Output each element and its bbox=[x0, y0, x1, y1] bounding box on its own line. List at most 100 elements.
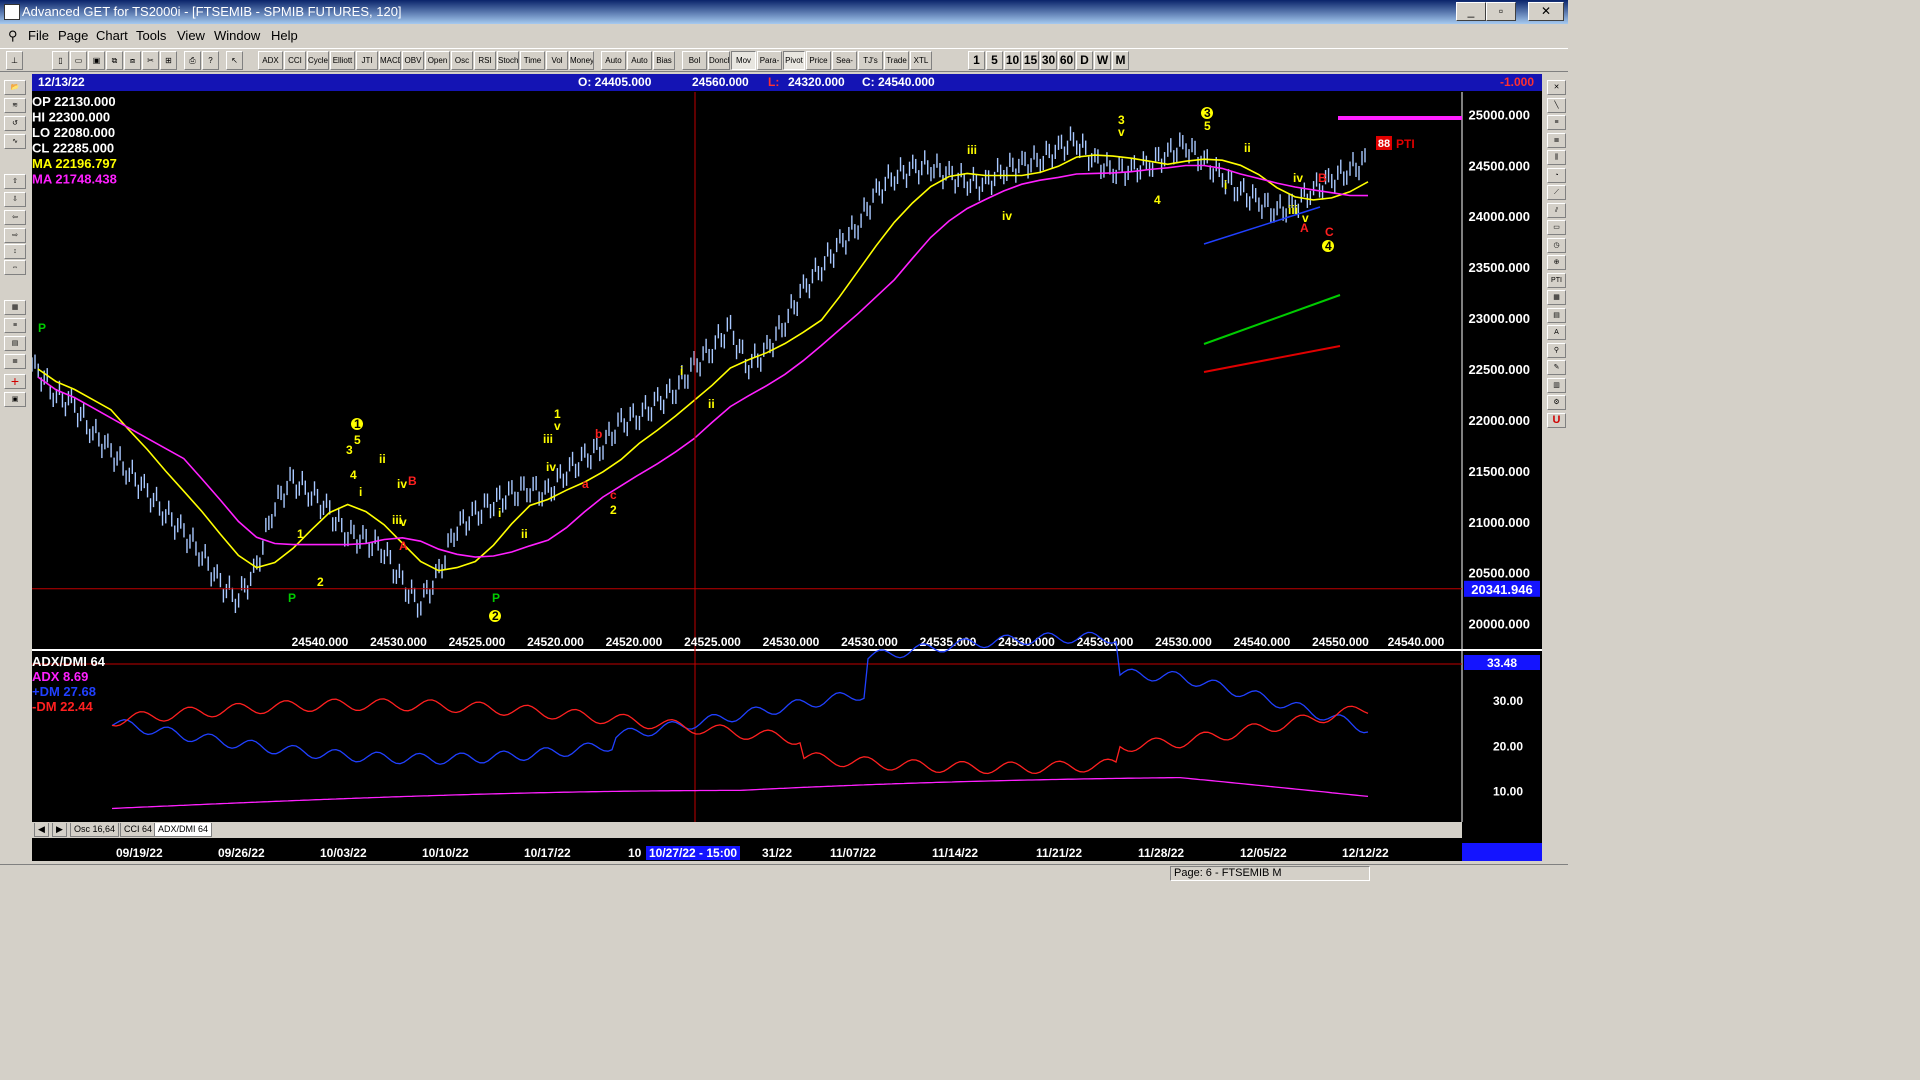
chart-canvas[interactable]: 25000.000 24500.000 24000.000 23500.000 2300… bbox=[32, 74, 1542, 844]
study-button-12[interactable]: Vol bbox=[546, 51, 568, 70]
study-button-0[interactable]: ADX DMI bbox=[258, 51, 283, 70]
copy-icon[interactable]: ⧉ bbox=[106, 51, 123, 70]
new-icon[interactable]: ▯ bbox=[52, 51, 69, 70]
tool-pti-icon[interactable]: PTI bbox=[1547, 272, 1566, 288]
print-icon[interactable]: ⎙ bbox=[184, 51, 201, 70]
study-button-25[interactable]: Trade Profile bbox=[884, 51, 909, 70]
tool-tools-icon[interactable]: ⚙ bbox=[1547, 395, 1566, 410]
study-button-4[interactable]: JTI bbox=[356, 51, 378, 70]
interval-button-D[interactable]: D bbox=[1076, 51, 1093, 70]
tool-channel-icon[interactable]: ⫽ bbox=[1547, 202, 1566, 218]
tab-osc[interactable]: Osc 16,64 bbox=[70, 823, 120, 837]
interval-button-W[interactable]: W bbox=[1094, 51, 1111, 70]
grid-icon[interactable]: ⊞ bbox=[160, 51, 177, 70]
tool-reset-icon[interactable]: ↺ bbox=[4, 116, 26, 131]
tool-fib-time-icon[interactable]: ⫼ bbox=[1547, 150, 1566, 165]
tool-expand-icon[interactable]: ↕ bbox=[4, 244, 26, 259]
tool-arc-icon[interactable]: ◔ bbox=[1547, 167, 1566, 183]
tool-fib-icon[interactable]: ≣ bbox=[4, 354, 26, 369]
menu-chart[interactable]: Chart bbox=[96, 28, 128, 43]
study-button-8[interactable]: Osc bbox=[451, 51, 473, 70]
interval-button-30[interactable]: 30 bbox=[1040, 51, 1057, 70]
interval-button-1[interactable]: 1 bbox=[968, 51, 985, 70]
study-button-5[interactable]: MACD bbox=[379, 51, 401, 70]
tool-table-icon[interactable]: ▦ bbox=[1547, 290, 1566, 305]
menu-window[interactable]: Window bbox=[214, 28, 260, 43]
tool-fib-ret-icon[interactable]: ≡ bbox=[1547, 115, 1566, 130]
tool-mob-icon[interactable]: ▤ bbox=[1547, 307, 1566, 323]
tool-line-icon[interactable]: ╲ bbox=[1547, 97, 1566, 113]
tool-epts-icon[interactable]: ⊕ bbox=[1547, 255, 1566, 270]
whatis-icon[interactable]: ↖ bbox=[226, 51, 243, 70]
interval-button-M[interactable]: M bbox=[1112, 51, 1129, 70]
study-button-7[interactable]: Open Int bbox=[425, 51, 450, 70]
study-button-17[interactable]: Bol Band bbox=[682, 51, 707, 70]
menu-help[interactable]: Help bbox=[271, 28, 298, 43]
tab-adx-dmi[interactable]: ADX/DMI 64 bbox=[154, 823, 213, 837]
close-button[interactable]: ✕ bbox=[1528, 2, 1564, 21]
menu-view[interactable]: View bbox=[177, 28, 205, 43]
tool-x-icon[interactable]: ✕ bbox=[1547, 80, 1566, 95]
study-button-13[interactable]: Money Flow bbox=[569, 51, 594, 70]
tool-fib-ext-icon[interactable]: ≣ bbox=[1547, 132, 1566, 148]
tool-a-icon[interactable]: A bbox=[1547, 325, 1566, 340]
interval-button-5[interactable]: 5 bbox=[986, 51, 1003, 70]
menu-page[interactable]: Page bbox=[58, 28, 88, 43]
study-button-15[interactable]: Auto Trend bbox=[627, 51, 652, 70]
study-button-6[interactable]: OBV bbox=[402, 51, 424, 70]
interval-button-15[interactable]: 15 bbox=[1022, 51, 1039, 70]
paste-icon[interactable]: ⧈ bbox=[124, 51, 141, 70]
help-icon[interactable]: ? bbox=[202, 51, 219, 70]
tool-down-icon[interactable]: ⇩ bbox=[4, 192, 26, 207]
tool-fan-icon[interactable]: ⟋ bbox=[1547, 185, 1566, 200]
maximize-button[interactable]: ▫ bbox=[1486, 2, 1516, 21]
study-button-3[interactable]: Elliott Trig bbox=[330, 51, 355, 70]
tool-pen-icon[interactable]: ✎ bbox=[1547, 360, 1566, 375]
tool-clock-icon[interactable]: ◷ bbox=[1547, 237, 1566, 253]
tool-box-icon[interactable]: ▭ bbox=[1547, 220, 1566, 235]
tool-right-icon[interactable]: ⇨ bbox=[4, 228, 26, 243]
tab-scroll-left[interactable]: ◀ bbox=[34, 823, 49, 837]
study-button-10[interactable]: Stoch bbox=[497, 51, 519, 70]
study-button-18[interactable]: Donch bbox=[708, 51, 730, 70]
pin-icon[interactable]: ⊥ bbox=[6, 51, 23, 70]
tab-cci[interactable]: CCI 64 bbox=[120, 823, 157, 837]
study-button-21[interactable]: Pivot bbox=[783, 51, 805, 70]
tool-elliott-icon[interactable]: ≋ bbox=[4, 98, 26, 113]
tool-gann-icon[interactable]: ▤ bbox=[4, 336, 26, 351]
menu-file[interactable]: File bbox=[28, 28, 49, 43]
study-button-23[interactable]: Sea-sonals bbox=[832, 51, 857, 70]
tool-compress-icon[interactable]: ⇔ bbox=[4, 260, 26, 275]
save-icon[interactable]: ▣ bbox=[88, 51, 105, 70]
study-button-11[interactable]: Time Clust bbox=[520, 51, 545, 70]
open-icon[interactable]: ▭ bbox=[70, 51, 87, 70]
tool-grid-icon[interactable]: ▦ bbox=[4, 300, 26, 315]
chart-area[interactable]: 25000.000 24500.000 24000.000 23500.000 2300… bbox=[32, 74, 1542, 844]
menu-tools[interactable]: Tools bbox=[136, 28, 166, 43]
study-button-19[interactable]: Mov Ave bbox=[731, 51, 756, 70]
study-button-1[interactable]: CCI bbox=[284, 51, 306, 70]
tool-u-icon[interactable]: U bbox=[1547, 412, 1566, 428]
study-button-24[interactable]: TJ's Web bbox=[858, 51, 883, 70]
tool-left-icon[interactable]: ⇦ bbox=[4, 210, 26, 225]
study-button-20[interactable]: Para-bolic bbox=[757, 51, 782, 70]
study-button-22[interactable]: Price Clust bbox=[806, 51, 831, 70]
interval-button-10[interactable]: 10 bbox=[1004, 51, 1021, 70]
study-button-9[interactable]: RSI bbox=[474, 51, 496, 70]
cut-icon[interactable]: ✂ bbox=[142, 51, 159, 70]
tool-up-icon[interactable]: ⇧ bbox=[4, 174, 26, 189]
tab-scroll-right[interactable]: ▶ bbox=[52, 823, 67, 837]
interval-button-60[interactable]: 60 bbox=[1058, 51, 1075, 70]
tool-lines-icon[interactable]: ≡ bbox=[4, 318, 26, 333]
tool-zoom-icon[interactable]: ⚲ bbox=[1547, 342, 1566, 358]
tool-print-icon[interactable]: ▣ bbox=[4, 392, 26, 407]
tool-open-icon[interactable]: 📂 bbox=[4, 80, 26, 95]
study-button-26[interactable]: XTL bbox=[910, 51, 932, 70]
study-button-2[interactable]: Cycles bbox=[307, 51, 329, 70]
app-menu-icon[interactable]: ⚲ bbox=[8, 28, 18, 44]
tool-plus-icon[interactable]: + bbox=[4, 374, 26, 389]
study-button-14[interactable]: Auto Gann bbox=[601, 51, 626, 70]
study-button-16[interactable]: Bias bbox=[653, 51, 675, 70]
tool-cal-icon[interactable]: ▥ bbox=[1547, 377, 1566, 393]
tool-study-icon[interactable]: ∿ bbox=[4, 134, 26, 149]
